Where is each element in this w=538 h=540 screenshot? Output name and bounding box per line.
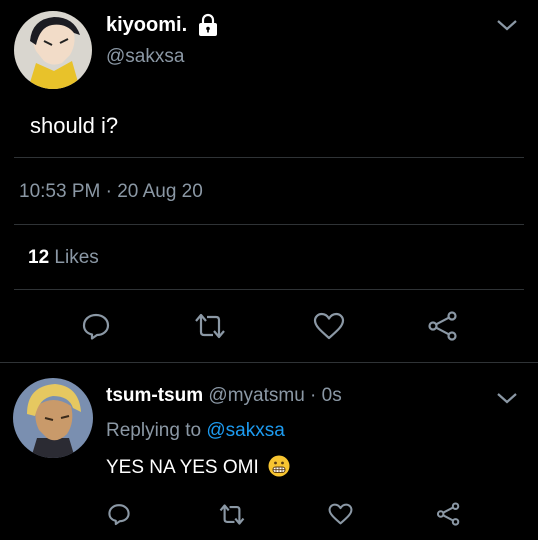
reply-header: tsum-tsum @myatsmu · 0s — [106, 385, 342, 407]
avatar[interactable] — [13, 378, 93, 458]
divider — [0, 362, 538, 363]
tweet-text: should i? — [30, 113, 119, 138]
divider — [14, 224, 524, 225]
divider — [14, 289, 524, 290]
reply-text: YES NA YES OMI — [106, 455, 290, 483]
replying-prefix: Replying to — [106, 420, 202, 441]
retweet-icon[interactable] — [193, 312, 227, 340]
share-icon[interactable] — [436, 502, 461, 526]
chevron-down-icon[interactable] — [496, 391, 518, 405]
timestamp[interactable]: 10:53 PM · 20 Aug 20 — [19, 181, 203, 203]
likes-count: 12 — [28, 247, 50, 268]
reply-icon[interactable] — [107, 502, 131, 526]
share-icon[interactable] — [427, 311, 459, 341]
like-icon[interactable] — [328, 503, 353, 525]
lock-icon — [196, 13, 220, 37]
replying-to: Replying to @sakxsa — [106, 420, 285, 442]
reply-handle[interactable]: @myatsmu — [208, 385, 304, 406]
reply-time: · 0s — [310, 385, 342, 406]
retweet-icon[interactable] — [218, 503, 246, 526]
replying-handle-link[interactable]: @sakxsa — [206, 420, 284, 441]
chevron-down-icon[interactable] — [496, 18, 518, 32]
handle[interactable]: @sakxsa — [106, 46, 184, 68]
reply-text-content: YES NA YES OMI — [106, 457, 259, 478]
divider — [14, 157, 524, 158]
reply-icon[interactable] — [81, 311, 111, 341]
grimace-emoji — [268, 455, 290, 483]
reply-display-name[interactable]: tsum-tsum — [106, 385, 203, 406]
likes-label: Likes — [54, 247, 99, 268]
like-icon[interactable] — [313, 312, 345, 340]
likes-stat[interactable]: 12 Likes — [28, 247, 99, 269]
display-name[interactable]: kiyoomi. — [106, 14, 187, 37]
avatar[interactable] — [14, 11, 92, 89]
